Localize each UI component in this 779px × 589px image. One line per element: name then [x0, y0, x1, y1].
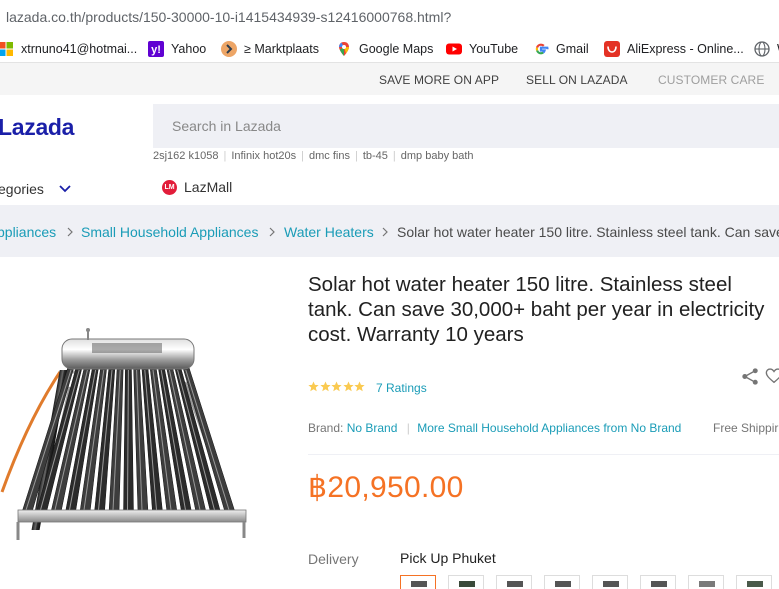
bookmark-label: Yahoo [171, 42, 207, 56]
chevron-down-icon [59, 185, 71, 193]
url-text[interactable]: lazada.co.th/products/150-30000-10-i1415… [6, 9, 451, 25]
google-icon [535, 43, 549, 55]
search-box[interactable] [153, 104, 779, 148]
lazmall-icon: LM [162, 179, 177, 195]
delivery-label: Delivery [308, 551, 359, 567]
site-header: Lazada 2sj162 k1058 | Infinix hot20s | dmc f… [0, 95, 779, 205]
top-links-bar: SAVE MORE ON APP SELL ON LAZADA CUSTOMER… [0, 63, 779, 95]
suggestion-item[interactable]: tb-45 [363, 150, 388, 162]
customer-care-link[interactable]: CUSTOMER CARE [658, 73, 764, 87]
bookmark-marktplaats[interactable]: ≥ Marktplaats [221, 40, 319, 58]
suggestion-item[interactable]: Infinix hot20s [231, 150, 296, 162]
bookmark-label: xtrnuno41@hotmai... [21, 42, 138, 56]
variation-thumbnail[interactable] [448, 575, 484, 589]
bookmark-aliexpress[interactable]: AliExpress - Online... [604, 40, 744, 58]
yahoo-icon: y! [148, 41, 164, 57]
star-icon [354, 381, 365, 392]
chevron-right-icon [269, 227, 275, 237]
variation-thumbnail[interactable] [496, 575, 532, 589]
share-icon[interactable] [741, 367, 760, 386]
microsoft-icon [0, 42, 13, 56]
bookmark-label: ≥ Marktplaats [244, 42, 319, 56]
chevron-right-icon [67, 227, 73, 237]
suggestion-item[interactable]: 2sj162 k1058 [153, 150, 218, 162]
separator: | [406, 421, 410, 435]
suggestion-item[interactable]: dmc fins [309, 150, 350, 162]
ratings-count-link[interactable]: 7 Ratings [376, 381, 427, 395]
heart-icon[interactable] [765, 367, 779, 385]
bookmark-label: Google Maps [359, 42, 434, 56]
separator: | [223, 150, 227, 162]
suggestion-item[interactable]: dmp baby bath [401, 150, 474, 162]
aliexpress-icon [604, 41, 620, 57]
variation-thumbnail[interactable] [544, 575, 580, 589]
brand-link[interactable]: No Brand [347, 421, 398, 435]
breadcrumb-appliances[interactable]: ppliances [0, 224, 56, 240]
product-detail: Solar hot water heater 150 litre. Stainl… [0, 257, 779, 589]
divider [308, 454, 779, 455]
lazmall-link[interactable]: LM LazMall [162, 179, 232, 195]
sell-on-lazada-link[interactable]: SELL ON LAZADA [526, 73, 628, 87]
variation-thumbnail[interactable] [400, 575, 436, 589]
free-shipping-label: Free Shippir [713, 421, 779, 435]
lazada-logo[interactable]: Lazada [0, 114, 74, 141]
variation-thumbnail[interactable] [592, 575, 628, 589]
brand-row: Brand: No Brand | More Small Household A… [308, 421, 681, 435]
save-more-on-app-link[interactable]: SAVE MORE ON APP [379, 73, 499, 87]
bookmark-yahoo[interactable]: y! Yahoo [148, 40, 206, 58]
variation-thumbnail[interactable] [688, 575, 724, 589]
product-price: ฿20,950.00 [308, 471, 464, 504]
product-image[interactable] [0, 312, 260, 552]
bookmark-label: Gmail [556, 42, 589, 56]
marktplaats-icon [221, 41, 237, 57]
search-input[interactable] [153, 104, 779, 148]
bookmark-youtube[interactable]: YouTube [446, 40, 518, 58]
star-icon [342, 381, 354, 392]
separator: | [354, 150, 358, 162]
bookmark-hotmail[interactable]: xtrnuno41@hotmai... [0, 40, 137, 58]
google-maps-icon [339, 42, 349, 56]
rating-stars[interactable] [308, 381, 366, 392]
bookmarks-bar: xtrnuno41@hotmai... y! Yahoo ≥ Marktplaa… [0, 36, 779, 63]
youtube-icon [446, 43, 462, 55]
more-from-brand-link[interactable]: More Small Household Appliances from No … [417, 421, 681, 435]
globe-icon [754, 41, 770, 57]
address-bar[interactable]: lazada.co.th/products/150-30000-10-i1415… [0, 0, 779, 36]
separator: | [301, 150, 304, 162]
brand-label: Brand: [308, 421, 344, 435]
categories-label: egories [0, 181, 44, 197]
breadcrumb: ppliances Small Household Appliances Wat… [0, 205, 779, 257]
breadcrumb-small-household-appliances[interactable]: Small Household Appliances [81, 224, 258, 240]
bookmark-google-maps[interactable]: Google Maps [336, 40, 433, 58]
variation-thumbnail[interactable] [640, 575, 676, 589]
bookmark-w[interactable]: W [754, 40, 779, 58]
star-icon [319, 381, 331, 392]
chevron-right-icon [382, 227, 388, 237]
separator: | [392, 150, 396, 162]
delivery-option: Pick Up Phuket [400, 550, 496, 566]
bookmark-gmail[interactable]: Gmail [533, 40, 589, 58]
variation-thumbnails [400, 575, 779, 589]
star-icon [308, 381, 319, 392]
breadcrumb-current-product: Solar hot water heater 150 litre. Stainl… [397, 224, 779, 240]
svg-text:y!: y! [151, 44, 161, 56]
categories-dropdown[interactable]: egories [0, 181, 72, 197]
variation-thumbnail[interactable] [736, 575, 772, 589]
breadcrumb-water-heaters[interactable]: Water Heaters [284, 224, 374, 240]
lazmall-label: LazMall [184, 179, 233, 195]
search-suggestions: 2sj162 k1058 | Infinix hot20s | dmc fins | tb-… [153, 150, 474, 162]
bookmark-label: AliExpress - Online... [627, 42, 744, 56]
star-icon [331, 381, 342, 392]
bookmark-label: YouTube [469, 42, 519, 56]
product-title: Solar hot water heater 150 litre. Stainl… [308, 273, 765, 346]
